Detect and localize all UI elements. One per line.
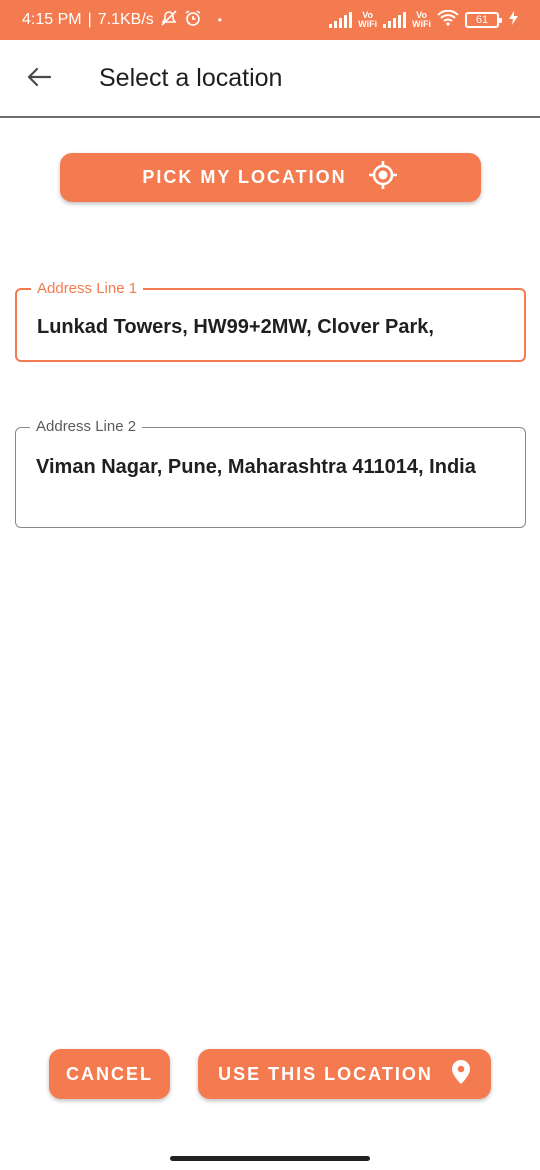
status-right: Vo WiFi Vo WiFi 61: [329, 0, 518, 40]
status-left: 4:15 PM | 7.1KB/s •: [22, 9, 222, 32]
back-button[interactable]: [18, 58, 60, 100]
cancel-label: CANCEL: [66, 1063, 153, 1084]
gps-target-icon: [367, 159, 399, 196]
status-time: 4:15 PM: [22, 11, 82, 28]
pick-my-location-button[interactable]: PICK MY LOCATION: [60, 153, 481, 202]
signal-icon: [383, 12, 407, 28]
charging-icon: [509, 10, 518, 30]
use-this-location-label: USE THIS LOCATION: [218, 1063, 433, 1084]
cancel-button[interactable]: CANCEL: [49, 1049, 170, 1099]
page-title: Select a location: [99, 64, 283, 92]
address-line-1-field[interactable]: Address Line 1 Lunkad Towers, HW99+2MW, …: [15, 279, 526, 362]
mute-icon: [160, 9, 178, 31]
use-this-location-button[interactable]: USE THIS LOCATION: [198, 1049, 491, 1099]
wifi-icon: [437, 9, 459, 31]
pick-my-location-label: PICK MY LOCATION: [142, 167, 347, 187]
address-line-1-input[interactable]: Lunkad Towers, HW99+2MW, Clover Park,: [37, 315, 506, 340]
address-line-2-field[interactable]: Address Line 2 Viman Nagar, Pune, Mahara…: [15, 417, 526, 528]
alarm-icon: [184, 9, 202, 32]
battery-icon: 61: [465, 12, 502, 28]
map-pin-icon: [451, 1059, 471, 1090]
vowifi-badge-2: Vo WiFi: [412, 10, 431, 29]
address-line-2-label: Address Line 2: [30, 417, 143, 437]
home-indicator[interactable]: [170, 1156, 370, 1161]
address-line-1-label: Address Line 1: [31, 279, 144, 299]
vowifi-badge-1: Vo WiFi: [358, 10, 378, 29]
signal-icon: [329, 12, 353, 28]
app-bar: Select a location: [0, 40, 540, 118]
status-dot: •: [217, 13, 222, 27]
status-network-speed: 7.1KB/s: [97, 11, 154, 28]
status-bar: 4:15 PM | 7.1KB/s • Vo WiFi Vo WiFi 61: [0, 0, 540, 40]
arrow-left-icon: [26, 66, 52, 93]
address-line-2-input[interactable]: Viman Nagar, Pune, Maharashtra 411014, I…: [36, 455, 507, 480]
status-separator: |: [87, 11, 92, 28]
